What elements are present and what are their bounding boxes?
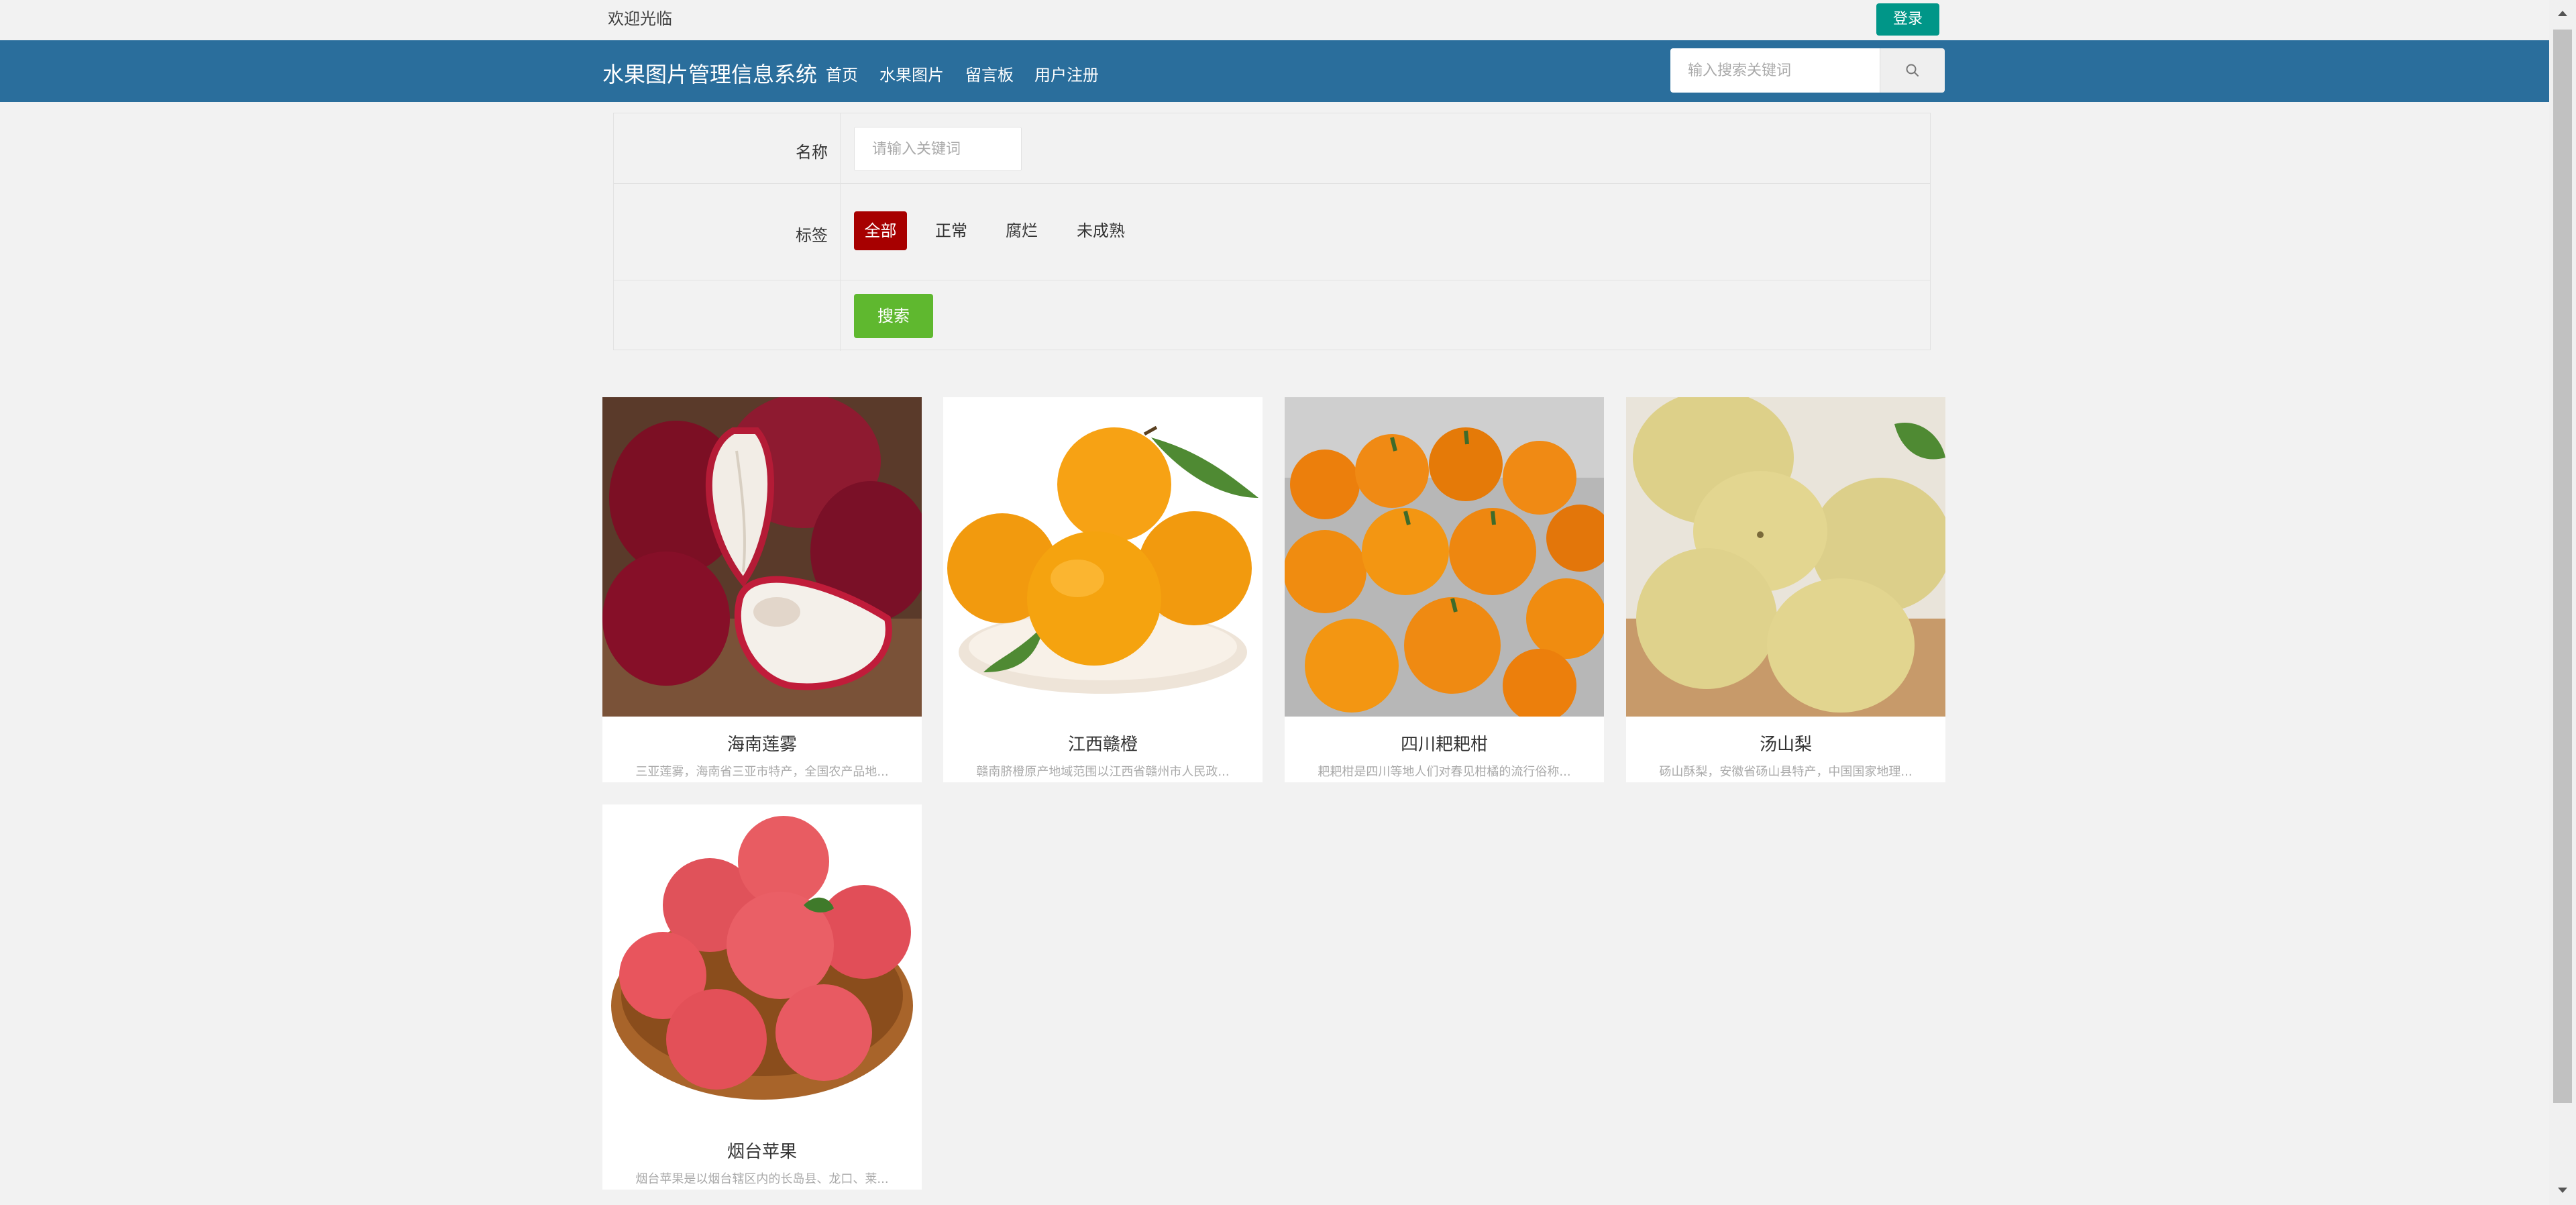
filter-row-tags: 标签 全部 正常 腐烂 未成熟 xyxy=(614,184,1930,280)
nav-register[interactable]: 用户注册 xyxy=(1034,62,1099,85)
scrollbar-thumb[interactable] xyxy=(2553,30,2572,1103)
product-title: 烟台苹果 xyxy=(727,1142,797,1162)
scroll-down-icon[interactable] xyxy=(2555,1182,2571,1198)
product-title: 汤山梨 xyxy=(1759,735,1812,755)
product-card[interactable]: 烟台苹果 烟台苹果是以烟台辖区内的长岛县、龙口、莱... xyxy=(602,804,922,1190)
product-desc: 三亚莲雾，海南省三亚市特产，全国农产品地... xyxy=(635,765,889,779)
product-image-pear xyxy=(1626,397,1945,717)
product-desc: 砀山酥梨，安徽省砀山县特产，中国国家地理... xyxy=(1659,765,1913,779)
nav-fruit-images[interactable]: 水果图片 xyxy=(879,62,944,85)
tag-unripe[interactable]: 未成熟 xyxy=(1077,211,1125,250)
nav-home[interactable]: 首页 xyxy=(826,62,858,85)
product-card[interactable]: 海南莲雾 三亚莲雾，海南省三亚市特产，全国农产品地... xyxy=(602,397,922,782)
product-image-apple xyxy=(602,804,922,1124)
product-card[interactable]: 江西赣橙 赣南脐橙原产地域范围以江西省赣州市人民政... xyxy=(943,397,1263,782)
filter-row-submit: 搜索 xyxy=(614,280,1930,351)
scrollbar[interactable] xyxy=(2549,0,2576,1205)
product-card[interactable]: 汤山梨 砀山酥梨，安徽省砀山县特产，中国国家地理... xyxy=(1626,397,1945,782)
scroll-up-icon[interactable] xyxy=(2555,5,2571,21)
product-card[interactable]: 四川耙耙柑 耙耙柑是四川等地人们对春见柑橘的流行俗称... xyxy=(1285,397,1604,782)
login-button[interactable]: 登录 xyxy=(1876,3,1939,36)
tag-all[interactable]: 全部 xyxy=(854,211,907,250)
welcome-text: 欢迎光临 xyxy=(608,9,672,28)
name-input[interactable] xyxy=(854,127,1022,171)
tag-normal[interactable]: 正常 xyxy=(935,211,967,250)
filter-panel: 名称 标签 全部 正常 腐烂 未成熟 搜索 xyxy=(613,113,1931,351)
product-desc: 烟台苹果是以烟台辖区内的长岛县、龙口、莱... xyxy=(635,1172,889,1186)
nav-message-board[interactable]: 留言板 xyxy=(965,62,1014,85)
product-title: 四川耙耙柑 xyxy=(1400,735,1488,755)
product-title: 海南莲雾 xyxy=(727,735,797,755)
search-icon xyxy=(1906,64,1919,76)
tag-label: 标签 xyxy=(796,226,828,245)
product-desc: 赣南脐橙原产地域范围以江西省赣州市人民政... xyxy=(976,765,1230,779)
filter-row-name: 名称 xyxy=(614,113,1930,184)
tag-rotten[interactable]: 腐烂 xyxy=(1006,211,1038,250)
product-desc: 耙耙柑是四川等地人们对春见柑橘的流行俗称... xyxy=(1318,765,1571,779)
product-image-orange xyxy=(943,397,1263,717)
product-image-wax-apple xyxy=(602,397,922,717)
navbar: 水果图片管理信息系统 首页 水果图片 留言板 用户注册 xyxy=(0,40,2549,102)
search-button[interactable] xyxy=(1880,48,1945,93)
top-bar: 欢迎光临 登录 xyxy=(0,0,2549,40)
search-input[interactable] xyxy=(1670,48,1878,93)
search-box xyxy=(1670,48,1945,93)
name-label: 名称 xyxy=(796,143,828,162)
search-submit-button[interactable]: 搜索 xyxy=(854,294,933,338)
product-image-tangerine xyxy=(1285,397,1604,717)
site-title[interactable]: 水果图片管理信息系统 xyxy=(602,58,817,89)
product-title: 江西赣橙 xyxy=(1067,735,1138,755)
